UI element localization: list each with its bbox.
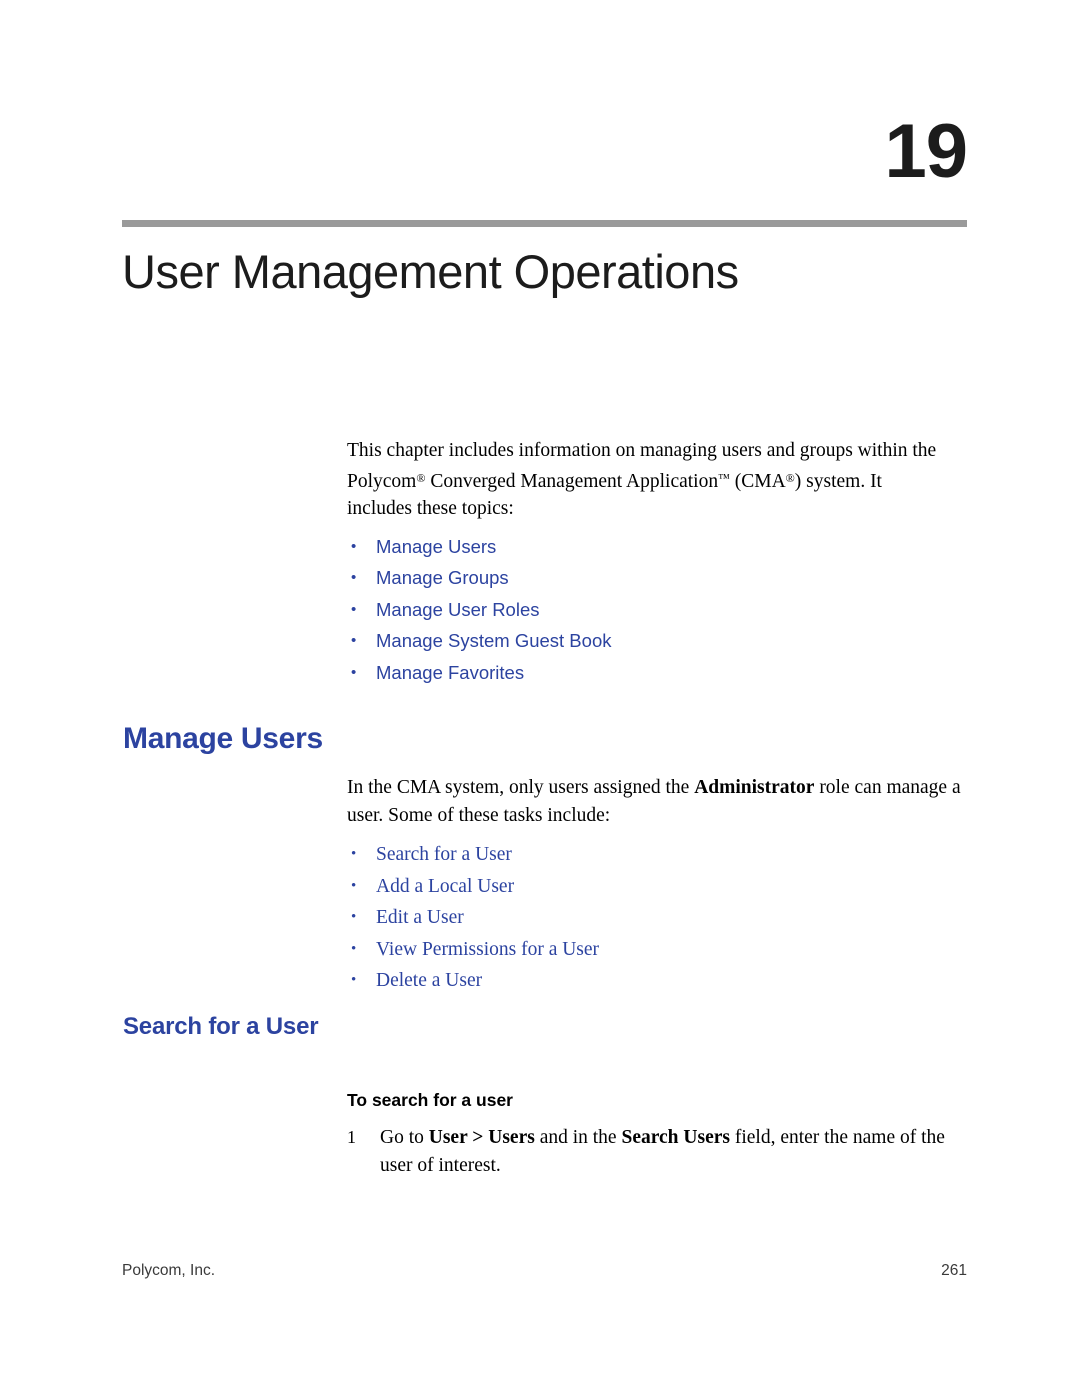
- list-item[interactable]: • Manage Favorites: [347, 657, 967, 689]
- intro-line-2-d: ) system. It: [794, 470, 882, 492]
- topic-link-manage-users[interactable]: Manage Users: [376, 536, 496, 557]
- topic-link-manage-user-roles[interactable]: Manage User Roles: [376, 599, 540, 620]
- list-item[interactable]: • Edit a User: [347, 902, 967, 934]
- procedure-step-1: 1 Go to User > Users and in the Search U…: [347, 1124, 967, 1179]
- bullet-icon: •: [351, 909, 357, 925]
- list-item[interactable]: • Delete a User: [347, 965, 967, 997]
- topic-link-manage-groups[interactable]: Manage Groups: [376, 567, 509, 588]
- intro-line-1: This chapter includes information on man…: [347, 440, 937, 461]
- bullet-icon: •: [351, 632, 357, 649]
- manage-users-text-line2: user. Some of these tasks include:: [347, 804, 611, 826]
- topic-link-manage-favorites[interactable]: Manage Favorites: [376, 662, 524, 683]
- intro-line-3: includes these topics:: [347, 498, 514, 519]
- list-item[interactable]: • Manage System Guest Book: [347, 625, 967, 657]
- task-link-add-a-local-user[interactable]: Add a Local User: [376, 876, 514, 897]
- bullet-icon: •: [351, 877, 357, 894]
- intro-line-2-a: Polycom: [347, 470, 417, 492]
- intro-line-2-b: Converged Management Application: [425, 470, 719, 492]
- chapter-intro-block: This chapter includes information on man…: [347, 437, 967, 688]
- manage-users-text-a: In the CMA system, only users assigned t…: [347, 777, 695, 798]
- step-text-line2: user of interest.: [380, 1154, 501, 1176]
- heading-manage-users: Manage Users: [123, 722, 323, 755]
- list-item[interactable]: • Manage Users: [347, 531, 967, 563]
- step-text-c: field, enter the name of the: [729, 1127, 945, 1148]
- chapter-title: User Management Operations: [122, 245, 739, 298]
- footer-company: Polycom, Inc.: [122, 1262, 216, 1279]
- chapter-divider-rule: [122, 220, 967, 227]
- list-item[interactable]: • Manage User Roles: [347, 594, 967, 626]
- bullet-icon: •: [351, 940, 357, 957]
- trademark-mark: ™: [718, 470, 730, 485]
- procedure-block: To search for a user 1 Go to User > User…: [347, 1088, 967, 1179]
- list-item[interactable]: • Manage Groups: [347, 562, 967, 594]
- bullet-icon: •: [351, 537, 357, 555]
- step-text-b: and in the: [534, 1127, 622, 1148]
- list-item[interactable]: • Add a Local User: [347, 871, 967, 903]
- task-link-edit-a-user[interactable]: Edit a User: [376, 907, 464, 928]
- manage-users-tasks-list: • Search for a User • Add a Local User • Ed…: [347, 839, 967, 997]
- task-link-search-for-a-user[interactable]: Search for a User: [376, 844, 512, 865]
- manage-users-text-b: role can manage a: [814, 777, 961, 798]
- step-bold-user-users: User > Users: [428, 1127, 535, 1148]
- task-link-delete-a-user[interactable]: Delete a User: [376, 970, 482, 991]
- chapter-intro-paragraph: This chapter includes information on man…: [347, 437, 967, 523]
- bullet-icon: •: [351, 846, 357, 862]
- step-text-a: Go to: [380, 1127, 429, 1148]
- chapter-topics-list: • Manage Users • Manage Groups • Manage Use…: [347, 531, 967, 689]
- task-link-view-permissions-for-a-user[interactable]: View Permissions for a User: [376, 939, 599, 960]
- step-bold-search-users: Search Users: [621, 1127, 730, 1148]
- intro-line-2-c: (CMA: [729, 470, 786, 492]
- chapter-number: 19: [884, 109, 968, 194]
- procedure-title: To search for a user: [347, 1090, 513, 1110]
- step-number: 1: [347, 1127, 356, 1147]
- manage-users-body-block: In the CMA system, only users assigned t…: [347, 774, 967, 997]
- bullet-icon: •: [351, 569, 357, 586]
- registered-mark-2: ®: [785, 470, 795, 485]
- bullet-icon: •: [351, 972, 357, 988]
- document-page: 19 User Management Operations This chapt…: [0, 0, 1080, 1397]
- bullet-icon: •: [351, 600, 357, 618]
- list-item[interactable]: • Search for a User: [347, 839, 967, 871]
- topic-link-manage-system-guest-book[interactable]: Manage System Guest Book: [376, 630, 611, 651]
- manage-users-bold-administrator: Administrator: [694, 777, 815, 798]
- list-item[interactable]: • View Permissions for a User: [347, 934, 967, 966]
- footer-page-number: 261: [941, 1262, 967, 1279]
- heading-search-for-a-user: Search for a User: [123, 1013, 319, 1040]
- manage-users-paragraph: In the CMA system, only users assigned t…: [347, 774, 967, 829]
- bullet-icon: •: [351, 663, 357, 681]
